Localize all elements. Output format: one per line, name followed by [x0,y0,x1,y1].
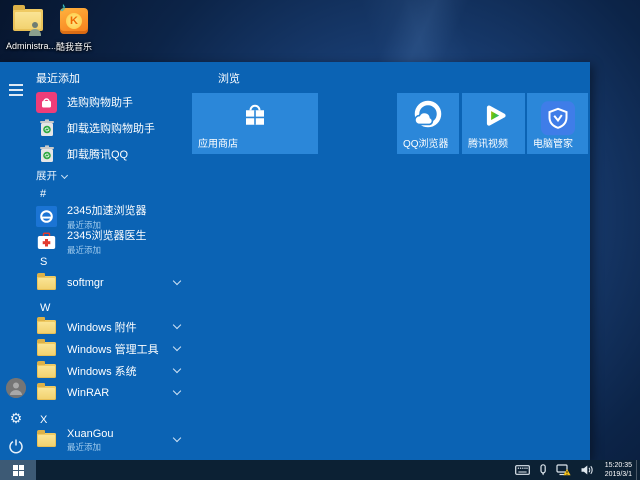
tile-pc-manager[interactable]: 电脑管家 [527,93,588,154]
app-row-windows-admin-tools[interactable]: Windows 管理工具 [36,338,186,360]
app-label: WinRAR [67,387,110,399]
taskbar: 15:20:35 2019/3/1 [0,460,640,480]
app-row-2345-browser[interactable]: 2345加速浏览器 最近添加 [36,203,186,230]
chevron-down-icon [172,276,182,286]
chevron-down-icon [172,433,182,443]
recent-added-header: 最近添加 [36,73,80,85]
app-label: XuanGou [67,427,114,440]
start-button[interactable] [0,460,36,480]
app-label: 卸载选购购物助手 [67,123,155,135]
user-icon [6,378,26,398]
hamburger-menu-icon[interactable] [9,84,23,96]
app-row-xuangou[interactable]: XuanGou 最近添加 [36,427,186,453]
app-label: softmgr [67,277,104,289]
app-row-softmgr[interactable]: softmgr [36,271,186,295]
tile-label: QQ浏览器 [403,139,449,150]
pen-input-icon[interactable] [539,464,547,476]
folder-icon [36,273,57,294]
app-row-windows-accessories[interactable]: Windows 附件 [36,316,186,338]
kuwo-music-icon: ♪ K [58,0,90,36]
app-row-uninstall-shopping[interactable]: 卸载选购购物助手 [36,116,186,140]
chevron-down-icon [172,364,182,374]
pc-manager-icon [540,101,575,136]
folder-icon [36,430,57,451]
expand-button[interactable]: 展开 [36,168,69,183]
folder-icon [36,317,57,338]
shopping-bag-icon [36,91,57,113]
tile-label: 电脑管家 [533,139,573,150]
tile-app-store[interactable]: 应用商店 [192,93,318,154]
windows-logo-icon [12,464,24,476]
folder-icon [36,383,57,404]
app-label: 选购购物助手 [67,97,133,109]
app-sublabel: 最近添加 [67,244,102,255]
tile-label: 腾讯视频 [468,139,508,150]
tile-group-label[interactable]: 浏览 [218,70,240,86]
volume-icon[interactable] [580,464,594,476]
browser-icon [36,205,57,227]
clock-time: 15:20:35 [604,462,632,469]
section-letter[interactable]: S [40,256,47,268]
chevron-down-icon [172,386,182,396]
touch-keyboard-icon[interactable] [515,465,530,475]
app-row-shopping-assistant[interactable]: 选购购物助手 [36,90,186,114]
folder-icon [36,361,57,382]
store-icon [240,101,270,136]
expand-label: 展开 [36,170,57,182]
gear-icon: ⚙ [9,410,23,426]
user-folder-icon [12,5,44,37]
folder-icon [36,339,57,360]
power-icon [9,439,23,454]
chevron-down-icon [172,342,182,352]
desktop-icon-label: 酷我音乐 [55,42,92,52]
section-letter[interactable]: # [40,188,46,200]
desktop-icon-label: Administra... [6,41,57,51]
start-menu-rail: ⚙ [0,62,32,460]
app-label: Windows 管理工具 [67,344,159,356]
start-menu: ⚙ 最近添加 选购购物助手 卸载选购购物助手 卸载腾讯QQ 展开 # 2345加… [0,62,590,460]
power-button[interactable] [6,436,26,456]
section-letter[interactable]: W [40,302,50,314]
network-warning-icon[interactable] [556,464,571,476]
tencent-video-icon [477,99,511,138]
app-row-2345-doctor[interactable]: 2345浏览器医生 最近添加 [36,228,186,255]
app-label: Windows 系统 [67,366,137,378]
taskbar-clock[interactable]: 15:20:35 2019/3/1 [596,461,632,479]
chevron-down-icon [60,171,69,180]
app-row-winrar[interactable]: WinRAR [36,382,186,404]
app-row-uninstall-qq[interactable]: 卸载腾讯QQ [36,142,186,166]
chevron-down-icon [172,320,182,330]
tile-tencent-video[interactable]: 腾讯视频 [462,93,525,154]
uninstall-trash-icon [36,118,57,139]
app-label: 2345加速浏览器 [67,204,147,217]
desktop-icon-administrator[interactable]: Administra... [6,5,57,51]
clock-date: 2019/3/1 [604,471,632,478]
app-row-windows-system[interactable]: Windows 系统 [36,360,186,382]
uninstall-trash-icon [36,144,57,165]
app-label: 2345浏览器医生 [67,229,147,242]
system-tray [515,460,594,480]
show-desktop-button[interactable] [636,460,640,480]
qq-browser-icon [410,98,446,139]
section-letter[interactable]: X [40,414,47,426]
tile-qq-browser[interactable]: QQ浏览器 [397,93,459,154]
app-label: 卸载腾讯QQ [67,149,129,161]
user-account-button[interactable] [6,378,26,398]
app-sublabel: 最近添加 [67,441,102,452]
settings-button[interactable]: ⚙ [6,408,26,428]
medkit-icon [36,231,57,252]
app-label: Windows 附件 [67,322,137,334]
tile-label: 应用商店 [198,139,238,150]
desktop-icon-kuwo-music[interactable]: ♪ K 酷我音乐 [52,0,96,53]
